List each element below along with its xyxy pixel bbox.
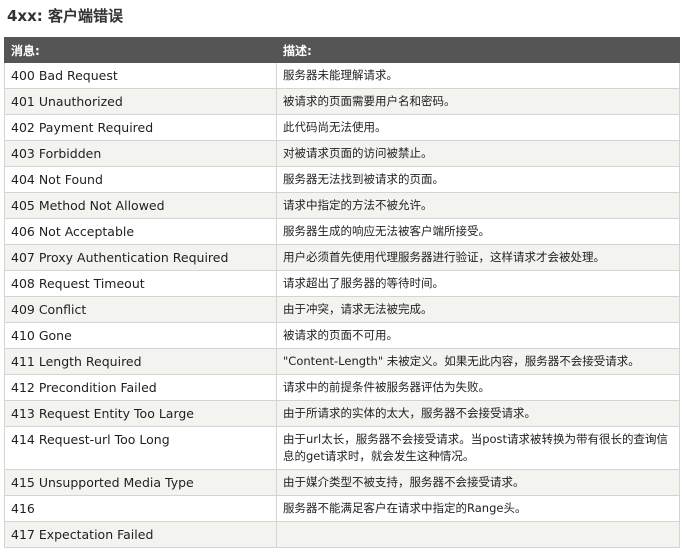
description-cell: 由于所请求的实体的太大，服务器不会接受请求。 [276,400,680,427]
description-cell: 请求中指定的方法不被允许。 [276,192,680,219]
table-row: 401 Unauthorized 被请求的页面需要用户名和密码。 [4,88,680,115]
description-cell: 此代码尚无法使用。 [276,114,680,141]
status-code-cell: 408 Request Timeout [4,270,277,297]
status-code-cell: 405 Method Not Allowed [4,192,277,219]
table-body: 400 Bad Request 服务器未能理解请求。 401 Unauthorize… [4,62,680,548]
description-cell: 服务器未能理解请求。 [276,62,680,89]
status-code-cell: 411 Length Required [4,348,277,375]
description-cell: 对被请求页面的访问被禁止。 [276,140,680,167]
status-code-cell: 416 [4,495,277,522]
table-header-row: 消息: 描述: [4,37,680,63]
description-cell [276,521,680,548]
description-cell: 请求中的前提条件被服务器评估为失败。 [276,374,680,401]
status-code-cell: 400 Bad Request [4,62,277,89]
table-row: 403 Forbidden 对被请求页面的访问被禁止。 [4,140,680,167]
description-cell: 被请求的页面不可用。 [276,322,680,349]
description-cell: 被请求的页面需要用户名和密码。 [276,88,680,115]
status-code-cell: 401 Unauthorized [4,88,277,115]
page-title: 4xx: 客户端错误 [7,7,124,25]
table-row: 411 Length Required "Content-Length" 未被定义… [4,348,680,375]
description-cell: 服务器无法找到被请求的页面。 [276,166,680,193]
table-row: 407 Proxy Authentication Required 用户必须首先使… [4,244,680,271]
table-row: 408 Request Timeout 请求超出了服务器的等待时间。 [4,270,680,297]
table-row: 410 Gone 被请求的页面不可用。 [4,322,680,349]
description-cell: 服务器不能满足客户在请求中指定的Range头。 [276,495,680,522]
status-code-cell: 409 Conflict [4,296,277,323]
table-row: 406 Not Acceptable 服务器生成的响应无法被客户端所接受。 [4,218,680,245]
table-row: 404 Not Found 服务器无法找到被请求的页面。 [4,166,680,193]
status-code-cell: 413 Request Entity Too Large [4,400,277,427]
table-row: 412 Precondition Failed 请求中的前提条件被服务器评估为失败… [4,374,680,401]
status-code-cell: 414 Request-url Too Long [4,426,277,470]
status-code-cell: 407 Proxy Authentication Required [4,244,277,271]
status-code-cell: 410 Gone [4,322,277,349]
table-row: 413 Request Entity Too Large 由于所请求的实体的太大，… [4,400,680,427]
description-cell: 用户必须首先使用代理服务器进行验证，这样请求才会被处理。 [276,244,680,271]
table-row: 415 Unsupported Media Type 由于媒介类型不被支持，服务器… [4,469,680,496]
table-row: 400 Bad Request 服务器未能理解请求。 [4,62,680,89]
description-cell: 由于媒介类型不被支持，服务器不会接受请求。 [276,469,680,496]
table-row: 416 服务器不能满足客户在请求中指定的Range头。 [4,495,680,522]
table-row: 417 Expectation Failed [4,521,680,548]
status-code-table: 消息: 描述: 400 Bad Request 服务器未能理解请求。 401 Una… [4,37,680,548]
description-cell: 服务器生成的响应无法被客户端所接受。 [276,218,680,245]
description-cell: 由于url太长，服务器不会接受请求。当post请求被转换为带有很长的查询信息的g… [276,426,680,470]
table-row: 409 Conflict 由于冲突，请求无法被完成。 [4,296,680,323]
table-row: 414 Request-url Too Long 由于url太长，服务器不会接受请… [4,426,680,470]
status-code-cell: 402 Payment Required [4,114,277,141]
table-row: 405 Method Not Allowed 请求中指定的方法不被允许。 [4,192,680,219]
status-code-cell: 412 Precondition Failed [4,374,277,401]
description-cell: 由于冲突，请求无法被完成。 [276,296,680,323]
column-header-description: 描述: [276,37,680,63]
description-cell: "Content-Length" 未被定义。如果无此内容，服务器不会接受请求。 [276,348,680,375]
column-header-message: 消息: [4,37,277,63]
status-code-cell: 417 Expectation Failed [4,521,277,548]
status-code-cell: 415 Unsupported Media Type [4,469,277,496]
description-cell: 请求超出了服务器的等待时间。 [276,270,680,297]
status-code-cell: 406 Not Acceptable [4,218,277,245]
status-code-cell: 404 Not Found [4,166,277,193]
status-code-cell: 403 Forbidden [4,140,277,167]
table-row: 402 Payment Required 此代码尚无法使用。 [4,114,680,141]
